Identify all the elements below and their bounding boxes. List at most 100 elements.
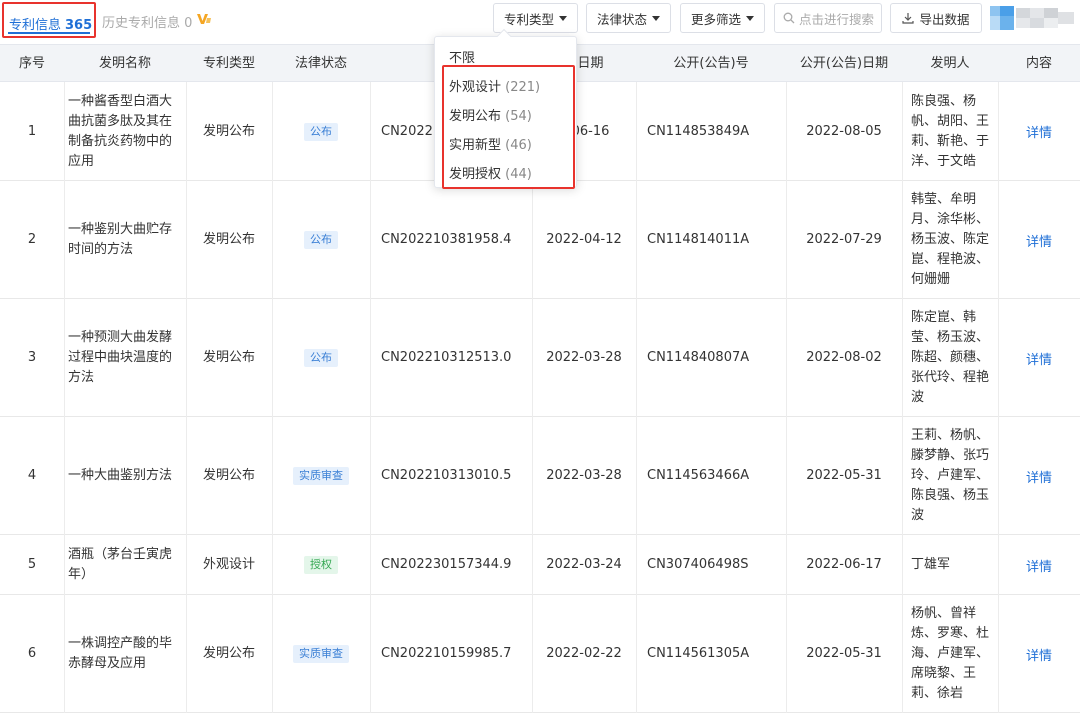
cell-type: 发明公布 [186, 82, 272, 181]
cell-pub-date-text: 2022-08-02 [806, 350, 882, 365]
cell-pub-date: 2022-08-05 [786, 82, 902, 181]
table-row: 3 一种预测大曲发酵过程中曲块温度的方法 发明公布 公布 CN202210312513.… [0, 299, 1080, 417]
chevron-down-icon [652, 15, 660, 21]
cell-pub-no: CN114561305A [636, 595, 786, 713]
cell-app-date-text: 2022-03-28 [546, 468, 622, 483]
details-link-text[interactable]: 详情 [1026, 231, 1052, 250]
cell-status: 公布 [272, 181, 370, 299]
top-bar: 专利信息 365 历史专利信息 0 专利类型 法律状态 更多筛选 点击进行搜索 导… [0, 0, 1080, 40]
status-badge: 实质审查 [293, 645, 349, 663]
cell-type: 发明公布 [186, 299, 272, 417]
tab-patent-info[interactable]: 专利信息 365 [2, 2, 96, 38]
cell-inventors: 陈定崑、韩莹、杨玉波、陈超、颜穗、张代玲、程艳波 [902, 299, 998, 417]
export-button[interactable]: 导出数据 [890, 3, 982, 33]
cell-inventors-text: 陈定崑、韩莹、杨玉波、陈超、颜穗、张代玲、程艳波 [911, 310, 990, 405]
cell-index-text: 6 [27, 646, 37, 661]
cell-type: 发明公布 [186, 181, 272, 299]
details-link[interactable]: 详情 [998, 595, 1080, 713]
details-link[interactable]: 详情 [998, 181, 1080, 299]
cell-name-text: 一种预测大曲发酵过程中曲块温度的方法 [68, 330, 173, 385]
cell-app-date-text: 2022-03-28 [546, 350, 622, 365]
patent-type-button[interactable]: 专利类型 [493, 3, 578, 33]
cell-type-text: 发明公布 [202, 468, 255, 483]
cell-app-date: 2022-03-28 [532, 299, 636, 417]
details-link-text[interactable]: 详情 [1026, 467, 1052, 486]
cell-app-date-text: 2022-03-24 [546, 557, 622, 572]
chevron-down-icon [746, 15, 754, 21]
cell-app-no: CN202210312513.0 [370, 299, 532, 417]
details-link-text[interactable]: 详情 [1026, 556, 1052, 575]
cell-index: 6 [0, 595, 64, 713]
legal-status-button[interactable]: 法律状态 [586, 3, 671, 33]
cell-app-no: CN202210313010.5 [370, 417, 532, 535]
details-link[interactable]: 详情 [998, 417, 1080, 535]
cell-inventors-text: 丁雄军 [911, 557, 951, 572]
tab-history-patent[interactable]: 历史专利信息 0 [102, 12, 192, 31]
cell-pub-no: CN114840807A [636, 299, 786, 417]
cell-pub-no-text: CN307406498S [647, 557, 749, 572]
details-link-text[interactable]: 详情 [1026, 349, 1052, 368]
cell-name: 一种酱香型白酒大曲抗菌多肽及其在制备抗炎药物中的应用 [64, 82, 186, 181]
cell-status: 授权 [272, 535, 370, 595]
cell-pub-date: 2022-07-29 [786, 181, 902, 299]
cell-index-text: 5 [27, 557, 37, 572]
details-link-text[interactable]: 详情 [1026, 645, 1052, 664]
cell-inventors: 杨帆、曾祥炼、罗寒、杜海、卢建军、席晓黎、王莉、徐岩 [902, 595, 998, 713]
details-link[interactable]: 详情 [998, 299, 1080, 417]
status-badge: 公布 [304, 349, 338, 367]
more-filters-button[interactable]: 更多筛选 [680, 3, 765, 33]
cell-pub-date: 2022-06-17 [786, 535, 902, 595]
legal-status-label: 法律状态 [596, 11, 647, 27]
col-header-pub-no: 公开(公告)号 [673, 56, 749, 71]
user-avatar[interactable] [990, 4, 1078, 34]
cell-name-text: 一种酱香型白酒大曲抗菌多肽及其在制备抗炎药物中的应用 [68, 93, 173, 169]
status-badge: 公布 [304, 122, 338, 141]
export-label: 导出数据 [919, 11, 970, 27]
cell-app-date: 2022-04-12 [532, 181, 636, 299]
cell-pub-no: CN114853849A [636, 82, 786, 181]
table-row: 4 一种大曲鉴别方法 发明公布 实质审查 CN202210313010.5 2022-03… [0, 417, 1080, 535]
dropdown-item-any[interactable]: 不限 [449, 47, 475, 66]
status-badge: 实质审查 [293, 467, 349, 485]
cell-app-date-text: 2022-02-22 [546, 646, 622, 661]
vip-icon [197, 14, 211, 24]
col-header-status: 法律状态 [294, 56, 347, 71]
cell-inventors: 韩莹、牟明月、涂华彬、杨玉波、陈定崑、程艳波、何姗姗 [902, 181, 998, 299]
cell-inventors: 丁雄军 [902, 535, 998, 595]
cell-pub-no-text: CN114561305A [647, 646, 750, 661]
cell-app-no-text: CN202210381958.4 [381, 232, 512, 247]
cell-index-text: 1 [27, 123, 37, 139]
cell-type-text: 发明公布 [202, 350, 255, 365]
cell-status: 实质审查 [272, 595, 370, 713]
cell-pub-no-text: CN114814011A [647, 232, 750, 247]
search-input[interactable]: 点击进行搜索 [774, 3, 882, 33]
download-icon [902, 13, 915, 24]
col-header-index: 序号 [18, 56, 45, 71]
col-header-pub-date: 公开(公告)日期 [799, 56, 889, 71]
cell-name-text: 一株调控产酸的毕赤酵母及应用 [68, 636, 173, 671]
more-filters-label: 更多筛选 [690, 11, 741, 27]
cell-name: 一种鉴别大曲贮存时间的方法 [64, 181, 186, 299]
tab-patent-info-label: 专利信息 365 [9, 18, 93, 33]
cell-app-no-text: CN202210313010.5 [381, 468, 512, 483]
cell-name: 一种大曲鉴别方法 [64, 417, 186, 535]
patent-type-label: 专利类型 [503, 11, 554, 27]
details-link-text[interactable]: 详情 [1026, 122, 1052, 141]
cell-name-text: 酒瓶（茅台壬寅虎年） [68, 547, 173, 582]
details-link[interactable]: 详情 [998, 82, 1080, 181]
cell-type-text: 外观设计 [202, 557, 255, 572]
col-header-name: 发明名称 [98, 56, 151, 71]
cell-type-text: 发明公布 [202, 232, 255, 247]
cell-inventors-text: 杨帆、曾祥炼、罗寒、杜海、卢建军、席晓黎、王莉、徐岩 [911, 606, 990, 701]
search-icon [783, 12, 795, 24]
details-link[interactable]: 详情 [998, 535, 1080, 595]
cell-pub-date-text: 2022-05-31 [806, 646, 882, 661]
cell-pub-no-text: CN114840807A [647, 350, 750, 365]
cell-index-text: 2 [27, 232, 37, 247]
cell-name: 一株调控产酸的毕赤酵母及应用 [64, 595, 186, 713]
cell-index: 1 [0, 82, 64, 181]
cell-app-no: CN202230157344.9 [370, 535, 532, 595]
table-row: 2 一种鉴别大曲贮存时间的方法 发明公布 公布 CN202210381958.4 2022… [0, 181, 1080, 299]
dropdown-highlight-box [442, 65, 575, 189]
cell-inventors-text: 陈良强、杨帆、胡阳、王莉、靳艳、于洋、于文皓 [911, 93, 990, 169]
